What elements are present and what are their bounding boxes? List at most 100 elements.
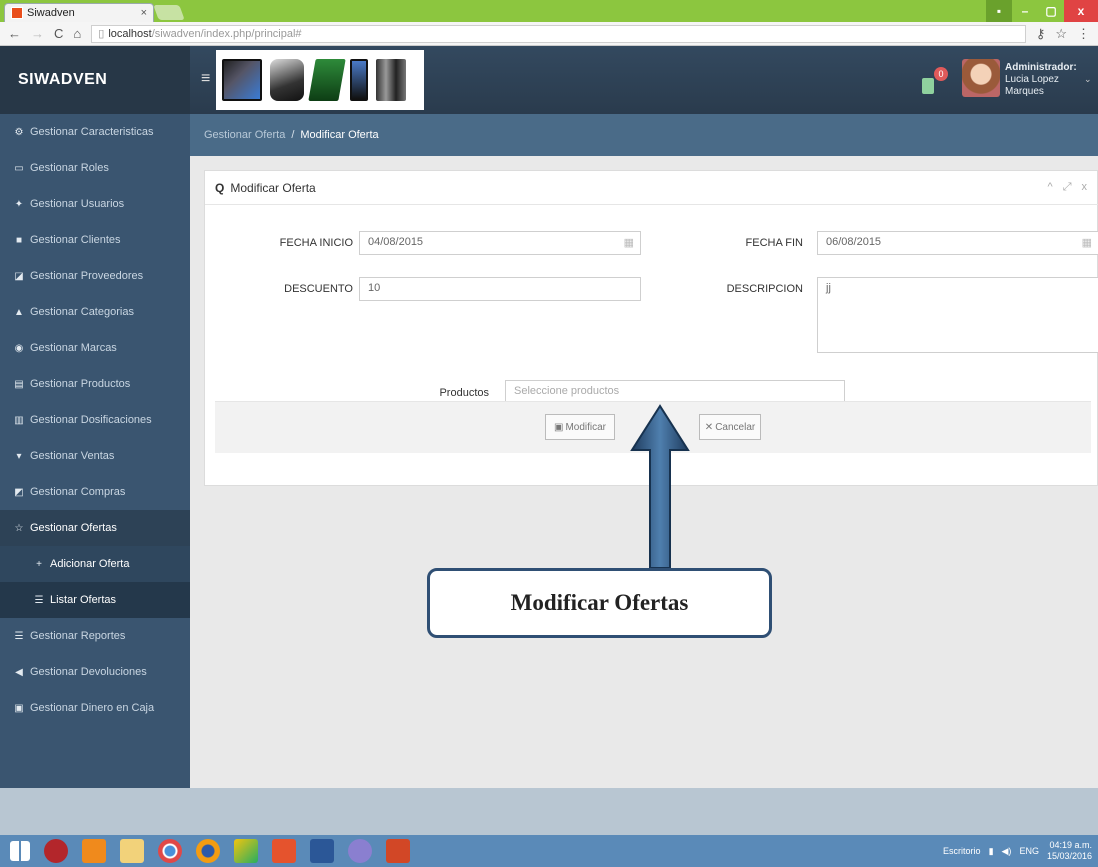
paint-icon[interactable] — [234, 839, 258, 863]
panel-header: Q Modificar Oferta — [205, 171, 1098, 205]
search-icon: Q — [215, 180, 225, 195]
sidebar-item-devoluciones[interactable]: ◀ Gestionar Devoluciones — [0, 654, 190, 690]
expand-icon[interactable]: ⤢ — [1063, 181, 1072, 194]
sidebar-item-label: Gestionar Dosificaciones — [30, 414, 152, 426]
sidebar-subitem-listar-ofertas[interactable]: ☰ Listar Ofertas — [0, 582, 190, 618]
panel-tools: ^ ⤢ x — [1048, 181, 1087, 194]
address-bar: ← → C ⌂ ▯ localhost /siwadven/index.php/… — [0, 22, 1098, 46]
url-field[interactable]: ▯ localhost /siwadven/index.php/principa… — [91, 24, 1026, 43]
tray-desktop-label[interactable]: Escritorio — [943, 846, 981, 856]
list-icon: ☰ — [14, 630, 24, 642]
sidebar-item-reportes[interactable]: ☰ Gestionar Reportes — [0, 618, 190, 654]
accessories-image — [376, 59, 406, 101]
app-orange-icon[interactable] — [82, 839, 106, 863]
gear-icon: ⚙ — [14, 126, 24, 138]
xampp-icon[interactable] — [272, 839, 296, 863]
key-icon[interactable]: ⚷ — [1036, 26, 1046, 42]
back-icon[interactable]: ← — [8, 26, 21, 41]
app-favicon-icon — [11, 7, 23, 19]
sidebar-item-label: Adicionar Oferta — [50, 558, 130, 570]
app-header: SIWADVEN ≡ 0 Administrador: Lucia Lopez … — [0, 46, 1098, 114]
chevron-down-icon[interactable]: ⌄ — [1084, 74, 1092, 85]
url-host: localhost — [108, 27, 152, 40]
sidebar-item-label: Gestionar Usuarios — [30, 198, 125, 210]
fecha-inicio-field[interactable]: 04/08/2015 ▦ — [359, 231, 641, 255]
sidebar-item-clientes[interactable]: ■ Gestionar Clientes — [0, 222, 190, 258]
sidebar-item-roles[interactable]: ▭ Gestionar Roles — [0, 150, 190, 186]
sidebar-item-productos[interactable]: ▤ Gestionar Productos — [0, 366, 190, 402]
powerpoint-icon[interactable] — [386, 839, 410, 863]
productos-placeholder: Seleccione productos — [514, 385, 620, 397]
descripcion-field[interactable]: jj — [817, 277, 1098, 353]
menu-toggle-icon[interactable]: ≡ — [201, 70, 210, 88]
close-window-button[interactable]: x — [1064, 0, 1098, 22]
sidebar-subitem-adicionar-oferta[interactable]: + Adicionar Oferta — [0, 546, 190, 582]
shopping-bag-icon: ◩ — [14, 486, 24, 498]
network-icon[interactable]: ▮ — [989, 846, 994, 857]
tray-language[interactable]: ENG — [1019, 846, 1039, 856]
descripcion-value: jj — [826, 282, 831, 294]
sidebar-item-marcas[interactable]: ◉ Gestionar Marcas — [0, 330, 190, 366]
sidebar-item-label: Gestionar Ofertas — [30, 522, 117, 534]
sidebar-item-ventas[interactable]: ▾ Gestionar Ventas — [0, 438, 190, 474]
close-icon[interactable]: x — [1082, 181, 1088, 194]
avatar[interactable] — [962, 59, 1000, 97]
productos-label: Productos — [439, 387, 489, 399]
descuento-field[interactable]: 10 — [359, 277, 641, 301]
calendar-icon[interactable]: ▦ — [624, 236, 634, 249]
plus-icon: + — [36, 558, 42, 570]
sidebar-item-compras[interactable]: ◩ Gestionar Compras — [0, 474, 190, 510]
document-icon: ▥ — [14, 414, 24, 426]
tray-clock[interactable]: 04:19 a.m. 15/03/2016 — [1047, 840, 1092, 862]
maximize-button[interactable]: ▢ — [1038, 0, 1064, 22]
volume-icon[interactable]: ◀) — [1002, 846, 1012, 857]
cash-register-icon: ▣ — [14, 702, 24, 714]
tab-close-icon[interactable]: × — [141, 7, 147, 19]
bookmark-star-icon[interactable]: ☆ — [1055, 26, 1067, 42]
sidebar-item-dinero-en-caja[interactable]: ▣ Gestionar Dinero en Caja — [0, 690, 190, 726]
file-explorer-icon[interactable] — [120, 839, 144, 863]
calendar-icon[interactable] — [922, 78, 934, 94]
reload-icon[interactable]: C — [54, 26, 63, 41]
brand-logo[interactable]: SIWADVEN — [0, 46, 190, 114]
breadcrumb: Gestionar Oferta / Modificar Oferta — [190, 114, 1098, 156]
sidebar-item-proveedores[interactable]: ◪ Gestionar Proveedores — [0, 258, 190, 294]
box-icon: ▤ — [14, 378, 24, 390]
firefox-icon[interactable] — [196, 839, 220, 863]
window-app-icon[interactable]: ▪ — [986, 0, 1012, 22]
new-tab-button[interactable] — [153, 5, 185, 20]
system-tray: Escritorio ▮ ◀) ENG 04:19 a.m. 15/03/201… — [943, 837, 1092, 865]
tab-title: Siwadven — [27, 7, 75, 19]
sidebar-item-caracteristicas[interactable]: ⚙ Gestionar Caracteristicas — [0, 114, 190, 150]
windows-start-icon[interactable] — [10, 841, 30, 861]
modificar-button[interactable]: ▣ Modificar — [545, 414, 615, 440]
notification-badge[interactable]: 0 — [934, 67, 948, 81]
chrome-icon[interactable] — [158, 839, 182, 863]
forward-icon[interactable]: → — [31, 26, 44, 41]
app-blue-icon[interactable] — [348, 839, 372, 863]
fecha-inicio-value: 04/08/2015 — [368, 236, 424, 248]
minimize-button[interactable]: – — [1012, 0, 1038, 22]
app-red-icon[interactable] — [44, 839, 68, 863]
briefcase-icon: ■ — [15, 234, 23, 246]
laptop-image — [308, 59, 346, 101]
breadcrumb-parent[interactable]: Gestionar Oferta — [204, 129, 285, 141]
calendar-icon[interactable]: ▦ — [1082, 236, 1092, 249]
sidebar-item-usuarios[interactable]: ✦ Gestionar Usuarios — [0, 186, 190, 222]
fecha-fin-field[interactable]: 06/08/2015 ▦ — [817, 231, 1098, 255]
menu-dots-icon[interactable]: ⋮ — [1077, 26, 1090, 42]
tray-time: 04:19 a.m. — [1049, 840, 1092, 850]
descuento-label: DESCUENTO — [284, 283, 353, 295]
user-role: Administrador: — [1005, 62, 1077, 73]
browser-titlebar: Siwadven × ▪ – ▢ x — [0, 0, 1098, 22]
cancelar-button[interactable]: ✕ Cancelar — [699, 414, 761, 440]
word-icon[interactable] — [310, 839, 334, 863]
copyright-icon: ◉ — [14, 342, 24, 354]
browser-tab[interactable]: Siwadven × — [4, 3, 154, 22]
sidebar-item-dosificaciones[interactable]: ▥ Gestionar Dosificaciones — [0, 402, 190, 438]
sidebar-item-ofertas[interactable]: ☆ Gestionar Ofertas — [0, 510, 190, 546]
breadcrumb-current: Modificar Oferta — [300, 129, 379, 141]
sidebar-item-categorias[interactable]: ▲ Gestionar Categorias — [0, 294, 190, 330]
collapse-icon[interactable]: ^ — [1048, 181, 1053, 194]
home-icon[interactable]: ⌂ — [73, 26, 81, 41]
